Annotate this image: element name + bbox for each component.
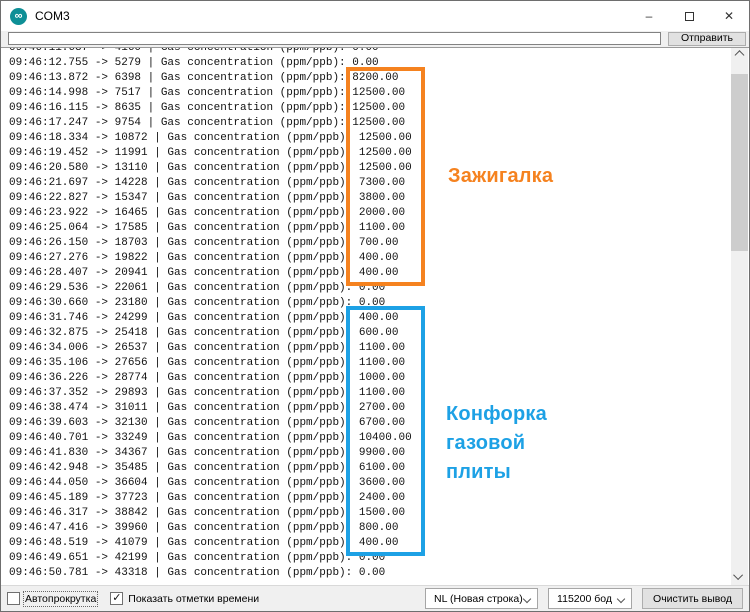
line-ending-dropdown[interactable]: NL (Новая строка) [425, 588, 538, 609]
minimize-icon: – [646, 9, 653, 23]
baud-rate-dropdown[interactable]: 115200 бод [548, 588, 632, 609]
chevron-up-icon [735, 50, 745, 60]
scrollbar-thumb[interactable] [731, 74, 748, 251]
maximize-icon [685, 12, 694, 21]
scroll-down-button[interactable] [731, 568, 748, 585]
title-bar: ∞ COM3 – ✕ [1, 1, 749, 31]
annotation-stove: Конфорка газовой плиты [446, 400, 547, 487]
minimize-button[interactable]: – [629, 1, 669, 31]
serial-monitor-window: ∞ COM3 – ✕ Отправить 09:46:11.637 -> 416… [0, 0, 750, 612]
baud-rate-value: 115200 бод [557, 593, 612, 605]
timestamps-checkbox[interactable]: ✓ [110, 592, 123, 605]
timestamps-checkbox-group[interactable]: ✓ Показать отметки времени [110, 592, 259, 605]
annotation-lighter: Зажигалка [448, 165, 553, 188]
serial-send-input[interactable] [8, 32, 661, 45]
log-line: 09:46:50.781 -> 43318 | Gas concentratio… [9, 566, 732, 581]
autoscroll-label: Автопрокрутка [25, 593, 96, 605]
scroll-up-button[interactable] [731, 48, 748, 65]
line-ending-value: NL (Новая строка) [434, 593, 523, 605]
window-controls: – ✕ [629, 1, 749, 31]
window-title: COM3 [35, 9, 70, 23]
chevron-down-icon [523, 595, 531, 603]
vertical-scrollbar[interactable] [731, 48, 748, 585]
autoscroll-checkbox-group[interactable]: ✓ Автопрокрутка [7, 592, 96, 605]
bottom-bar: ✓ Автопрокрутка ✓ Показать отметки време… [1, 585, 749, 611]
chevron-down-icon [617, 595, 625, 603]
arduino-icon: ∞ [10, 8, 27, 25]
highlight-rect-lighter [346, 67, 425, 286]
clear-output-button[interactable]: Очистить вывод [642, 588, 743, 609]
autoscroll-checkbox[interactable]: ✓ [7, 592, 20, 605]
send-button[interactable]: Отправить [668, 32, 746, 46]
log-line: 09:46:11.637 -> 4160 | Gas concentration… [9, 47, 732, 56]
chevron-down-icon [733, 570, 743, 580]
maximize-button[interactable] [669, 1, 709, 31]
timestamps-label: Показать отметки времени [128, 593, 259, 605]
close-button[interactable]: ✕ [709, 1, 749, 31]
highlight-rect-stove [346, 306, 425, 556]
close-icon: ✕ [724, 9, 734, 23]
